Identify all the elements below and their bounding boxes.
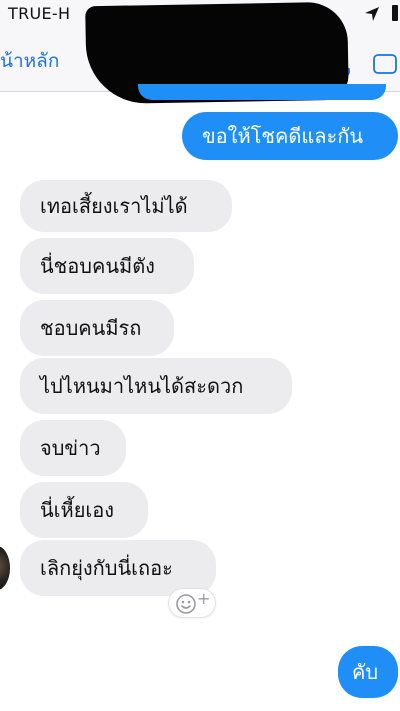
previous-message-bubble — [138, 84, 386, 100]
message-text: เทอเสี้ยงเราไม่ได้ — [40, 194, 188, 218]
message-incoming[interactable]: เทอเสี้ยงเราไม่ได้ — [20, 180, 232, 232]
plus-icon: + — [197, 589, 211, 608]
chat-header: น้าหลัก — [0, 1, 400, 105]
message-text: ไปไหนมาไหนได้สะดวก — [40, 374, 244, 398]
message-text: นี่เหี้ยเอง — [40, 498, 115, 522]
message-outgoing[interactable]: คับ — [338, 646, 398, 698]
video-camera-icon[interactable] — [372, 52, 400, 76]
emoji-add-icon — [176, 594, 196, 614]
battery-icon — [392, 5, 398, 21]
message-incoming[interactable]: จบข่าว — [20, 420, 126, 476]
message-incoming[interactable]: นี่เหี้ยเอง — [20, 482, 148, 538]
location-arrow-icon — [365, 7, 379, 21]
message-outgoing[interactable]: ขอให้โชคดีและกัน — [182, 112, 398, 160]
message-text: ขอให้โชคดีและกัน — [202, 124, 363, 148]
back-button[interactable]: น้าหลัก — [0, 46, 59, 76]
message-text: เลิกยุ่งกับนี่เถอะ — [40, 556, 173, 580]
message-text: คับ — [352, 660, 379, 684]
message-text: ชอบคนมีรถ — [40, 316, 142, 340]
message-incoming[interactable]: ชอบคนมีรถ — [20, 300, 174, 356]
message-text: นี่ชอบคนมีตัง — [40, 254, 155, 278]
message-text: จบข่าว — [40, 436, 101, 460]
carrier-name: TRUE-H — [8, 4, 71, 23]
add-reaction-button[interactable]: + — [168, 588, 216, 618]
message-incoming[interactable]: นี่ชอบคนมีตัง — [20, 238, 194, 294]
message-incoming[interactable]: ไปไหนมาไหนได้สะดวก — [20, 358, 292, 414]
avatar[interactable] — [0, 546, 10, 590]
